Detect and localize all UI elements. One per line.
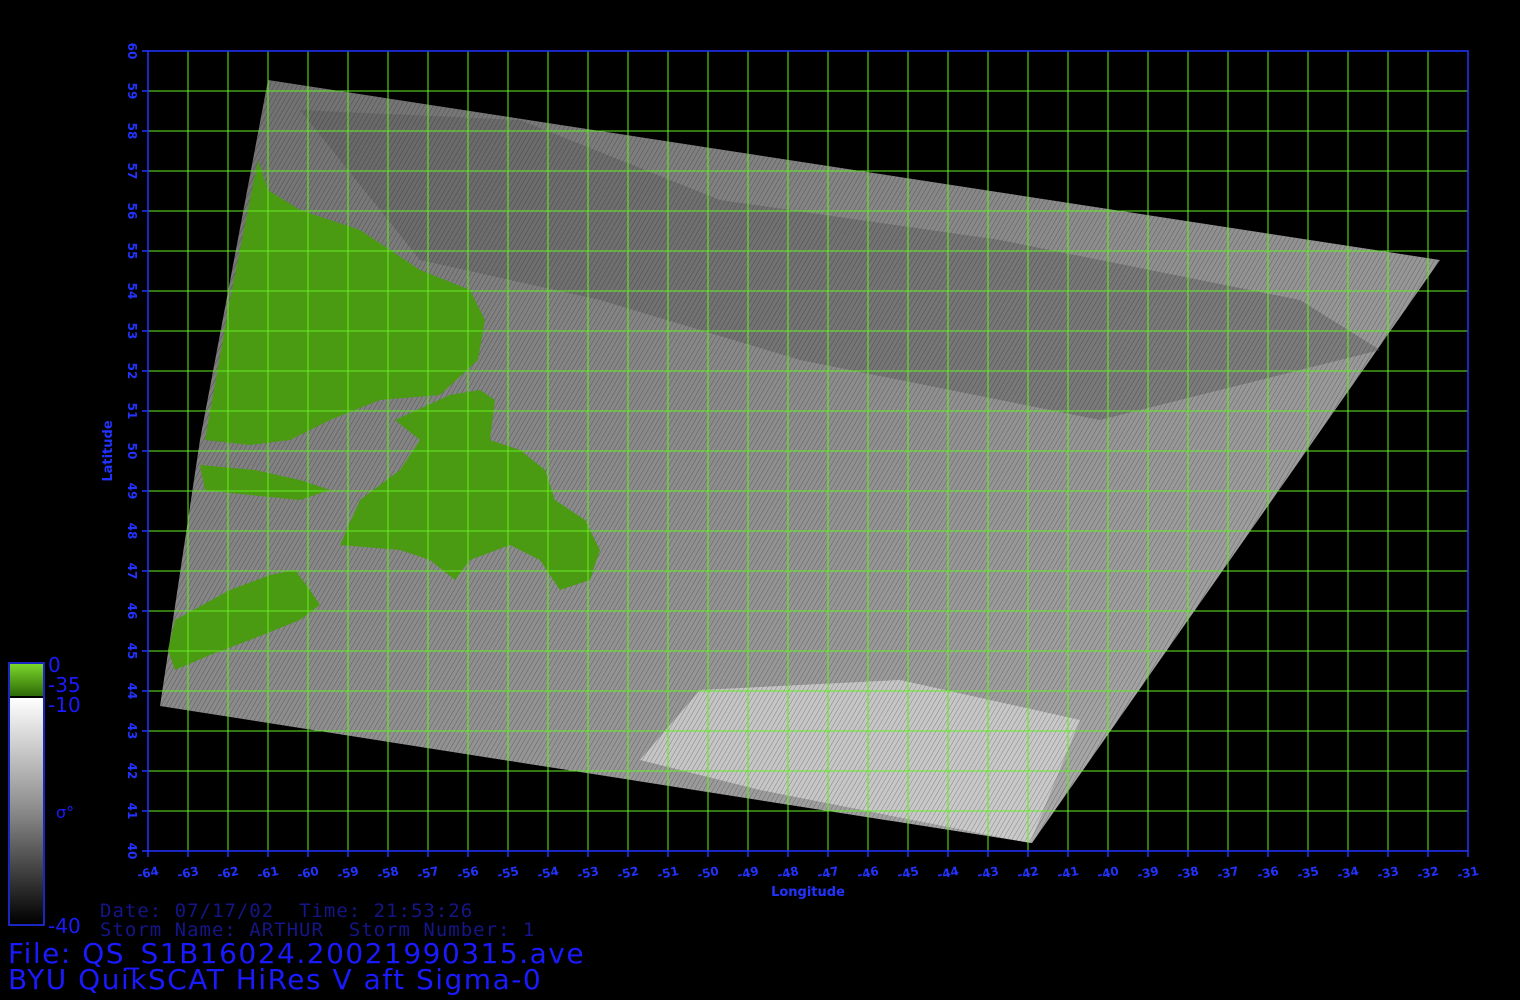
y-tick-label: 42 (125, 763, 139, 780)
x-tick-label: -42 (1016, 864, 1040, 882)
y-tick-label: 53 (125, 323, 139, 340)
x-tick-label: -59 (336, 864, 360, 882)
x-tick-label: -35 (1296, 864, 1320, 882)
x-tick-label: -64 (136, 864, 160, 882)
x-tick-label: -44 (936, 864, 960, 882)
x-tick-label: -62 (216, 864, 240, 882)
x-tick-label: -34 (1336, 864, 1360, 882)
y-tick-label: 52 (125, 363, 139, 380)
y-axis-title: Latitude (101, 420, 116, 482)
x-tick-label: -55 (496, 864, 520, 882)
y-tick-label: 59 (125, 83, 139, 100)
x-tick-label: -52 (616, 864, 640, 882)
y-tick-label: 46 (125, 603, 139, 620)
x-tick-label: -51 (656, 864, 680, 882)
x-tick-label: -53 (576, 864, 600, 882)
x-tick-label: -47 (816, 864, 840, 882)
x-tick-label: -41 (1056, 864, 1080, 882)
y-tick-label: 45 (125, 643, 139, 660)
x-tick-label: -49 (736, 864, 760, 882)
y-tick-label: 44 (125, 683, 139, 700)
x-tick-label: -39 (1136, 864, 1160, 882)
y-tick-label: 57 (125, 163, 139, 180)
x-tick-label: -46 (856, 864, 880, 882)
x-tick-label: -57 (416, 864, 440, 882)
x-tick-label: -54 (536, 864, 560, 882)
y-tick-label: 55 (125, 243, 139, 260)
x-tick-label: -32 (1416, 864, 1440, 882)
y-tick-label: 47 (125, 563, 139, 580)
y-tick-label: 56 (125, 203, 139, 220)
x-tick-label: -31 (1456, 864, 1480, 882)
y-tick-label: 48 (125, 523, 139, 540)
map-figure: -64 -63 -62 -61 -60 -59 -58 -57 -56 -55 -54 -53 -52-… (8, 43, 1480, 926)
x-tick-label: -48 (776, 864, 800, 882)
colorbar-land-bottom-label: -35 (48, 673, 81, 697)
y-tick-label: 49 (125, 483, 139, 500)
colorbar-symbol: σ° (56, 803, 75, 822)
x-tick-label: -37 (1216, 864, 1240, 882)
y-tick-label: 54 (125, 283, 139, 300)
y-tick-label: 50 (125, 443, 139, 460)
x-tick-label: -33 (1376, 864, 1400, 882)
x-axis-title: Longitude (771, 885, 845, 900)
y-tick-label: 51 (125, 403, 139, 420)
x-tick-label: -38 (1176, 864, 1200, 882)
product-line: BYU QuikSCAT HiRes V aft Sigma-0 (8, 963, 543, 996)
y-tick-label: 60 (125, 43, 139, 60)
x-tick-label: -60 (296, 864, 320, 882)
x-tick-label: -36 (1256, 864, 1280, 882)
x-tick-label: -40 (1096, 864, 1120, 882)
colorbar-sigma0 (10, 698, 43, 924)
y-tick-label: 58 (125, 123, 139, 140)
colorbar-max-label: -10 (48, 693, 81, 717)
y-tick-label: 40 (125, 843, 139, 860)
x-tick-label: -61 (256, 864, 280, 882)
swath-hatch (160, 80, 1440, 843)
y-tick-label: 41 (125, 803, 139, 820)
x-tick-label: -50 (696, 864, 720, 882)
colorbar-min-label: -40 (48, 914, 81, 938)
x-tick-label: -43 (976, 864, 1000, 882)
x-tick-label: -56 (456, 864, 480, 882)
colorbar-land-top-label: 0 (48, 653, 61, 677)
y-tick-label: 43 (125, 723, 139, 740)
x-tick-label: -63 (176, 864, 200, 882)
colorbar-land (10, 664, 43, 696)
x-tick-label: -58 (376, 864, 400, 882)
x-tick-label: -45 (896, 864, 920, 882)
